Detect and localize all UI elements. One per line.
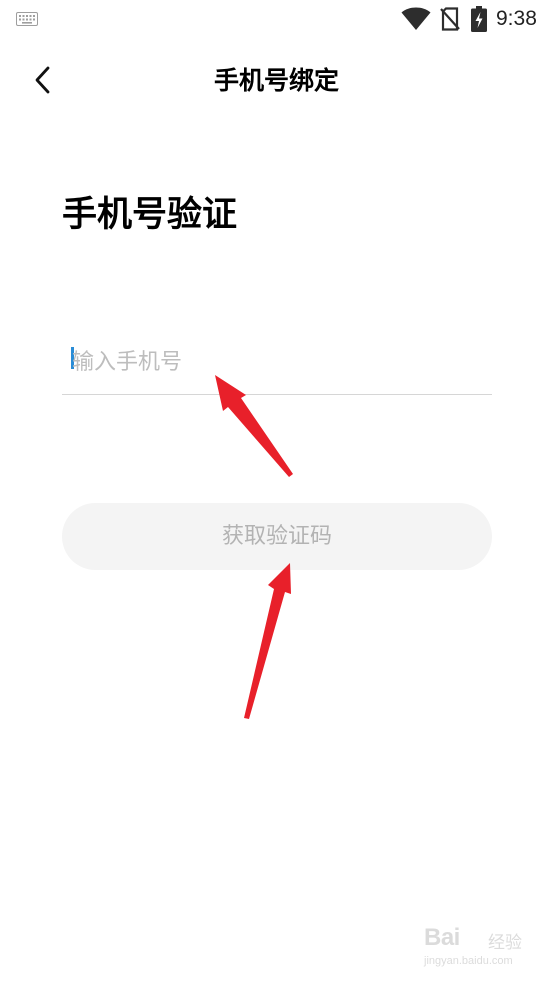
- phone-input[interactable]: [72, 344, 482, 380]
- annotation-arrow-button: [244, 563, 291, 719]
- get-code-button[interactable]: 获取验证码: [62, 503, 492, 570]
- watermark-url: jingyan.baidu.com: [424, 955, 513, 967]
- watermark-product: 经验: [488, 933, 522, 953]
- status-bar: 9:38: [0, 0, 553, 38]
- status-time: 9:38: [496, 7, 537, 30]
- section-heading: 手机号验证: [62, 195, 238, 235]
- watermark-brand: Bai: [424, 924, 460, 951]
- wifi-icon: [401, 7, 431, 30]
- page-title: 手机号绑定: [213, 66, 339, 95]
- phone-input-field[interactable]: [62, 336, 492, 395]
- annotation-arrows: [215, 375, 293, 719]
- watermark-logo: Bai 经验 jingyan.baidu.com: [418, 922, 548, 974]
- keyboard-icon: [16, 12, 38, 26]
- no-sim-icon: [440, 7, 460, 31]
- battery-charging-icon: [471, 6, 487, 32]
